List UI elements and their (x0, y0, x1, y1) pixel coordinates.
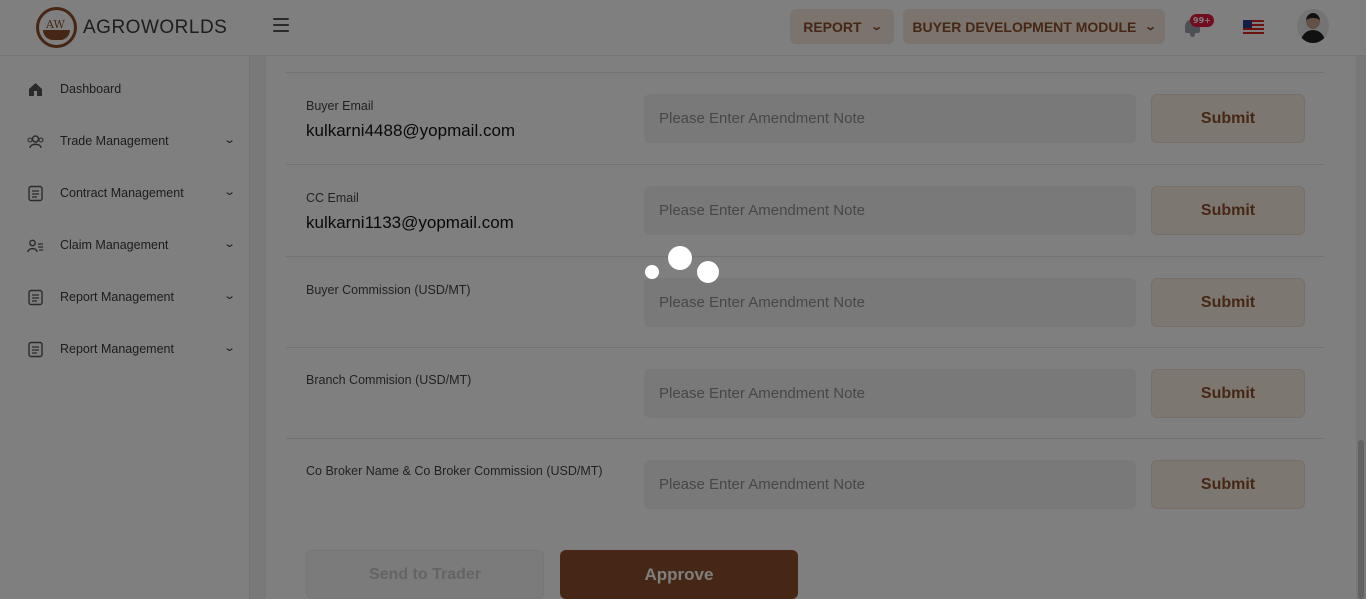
loading-dot-icon (697, 261, 719, 283)
loading-dot-icon (668, 246, 692, 270)
loading-dot-icon (645, 265, 659, 279)
loading-overlay (0, 0, 1366, 599)
